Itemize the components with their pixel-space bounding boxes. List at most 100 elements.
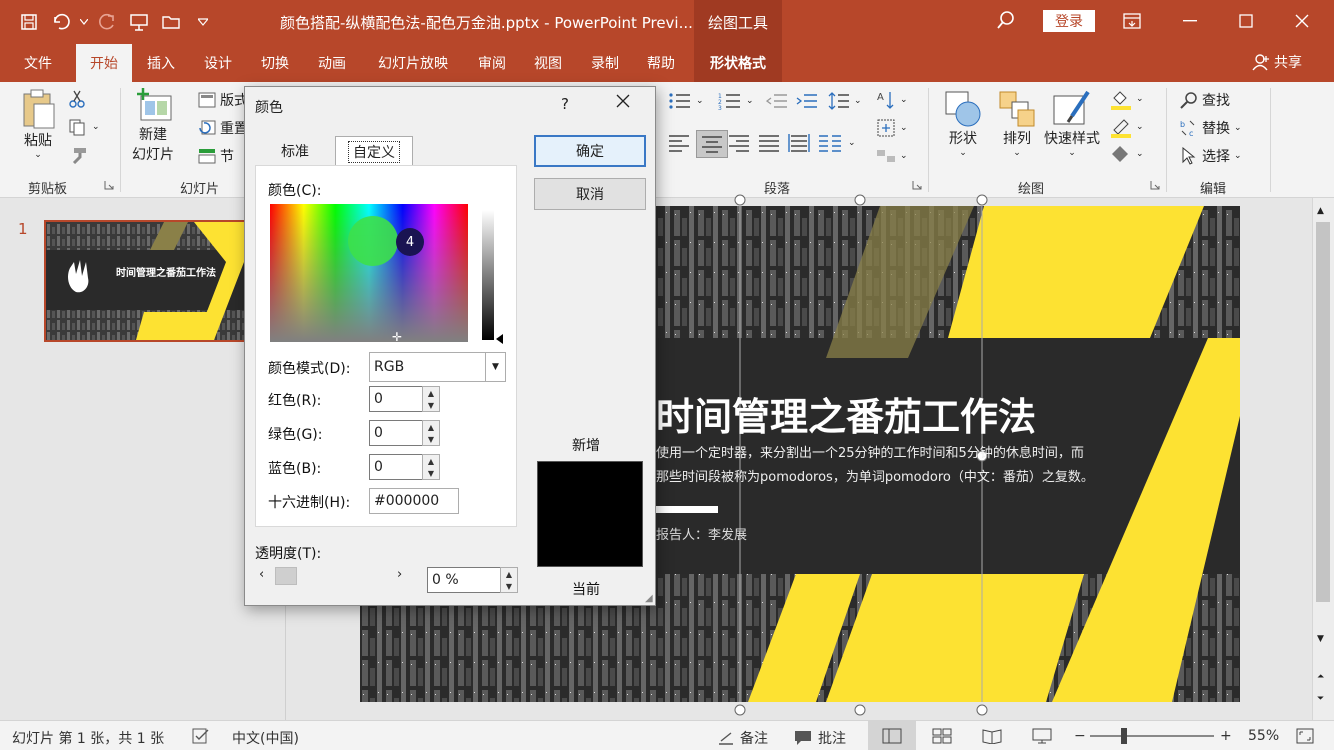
luminance-slider[interactable] xyxy=(482,210,494,340)
quick-styles-button[interactable]: 快速样式 ⌄ xyxy=(1044,90,1100,158)
red-input[interactable]: 0 xyxy=(369,386,423,412)
numbering-icon[interactable]: 1 2 3 ⌄ xyxy=(718,92,754,110)
tab-help[interactable]: 帮助 xyxy=(636,44,686,82)
open-folder-icon[interactable] xyxy=(156,8,186,36)
blue-spinner[interactable]: ▲ ▼ xyxy=(422,454,440,480)
save-icon[interactable] xyxy=(14,8,44,36)
cut-icon[interactable] xyxy=(68,90,86,108)
reset-button[interactable]: 重置 xyxy=(198,118,248,138)
scroll-up-icon[interactable]: ▲ xyxy=(1317,206,1324,216)
slideshow-view-icon[interactable] xyxy=(1032,728,1052,744)
tab-transitions[interactable]: 切换 xyxy=(250,44,300,82)
align-right-icon[interactable] xyxy=(728,134,750,152)
language-indicator[interactable]: 中文(中国) xyxy=(232,728,299,748)
undo-icon[interactable] xyxy=(46,8,76,36)
align-text-icon[interactable]: ⌄ xyxy=(876,118,908,138)
scroll-down-icon[interactable]: ▼ xyxy=(1317,634,1324,644)
find-button[interactable]: 查找 xyxy=(1180,90,1230,110)
text-direction-icon[interactable]: A ⌄ xyxy=(876,90,908,110)
shape-effects-icon[interactable]: ⌄ xyxy=(1110,144,1144,164)
cancel-button[interactable]: 取消 xyxy=(534,178,646,210)
hex-input[interactable]: #000000 xyxy=(369,488,459,514)
transparency-spinner[interactable]: ▲ ▼ xyxy=(500,567,518,593)
tab-review[interactable]: 审阅 xyxy=(467,44,517,82)
layout-button[interactable]: 版式 xyxy=(198,90,248,110)
copy-icon[interactable]: ⌄ xyxy=(68,118,100,136)
present-icon[interactable] xyxy=(124,8,154,36)
vertical-scrollbar[interactable]: ▲ ▼ ⏶ ⏷ xyxy=(1312,198,1334,720)
search-icon[interactable] xyxy=(996,10,1016,34)
select-button[interactable]: 选择 ⌄ xyxy=(1180,146,1242,166)
color-mode-select[interactable]: RGB ▼ xyxy=(369,352,506,382)
shape-outline-icon[interactable]: ⌄ xyxy=(1110,116,1144,138)
zoom-slider[interactable] xyxy=(1090,735,1214,737)
align-center-icon[interactable] xyxy=(696,130,728,158)
selection-handles-top[interactable] xyxy=(728,188,1028,212)
red-spinner[interactable]: ▲ ▼ xyxy=(422,386,440,412)
slide-thumbnail[interactable]: 时间管理之番茄工作法 xyxy=(44,220,246,342)
paste-button[interactable]: 粘贴 ⌄ xyxy=(20,88,56,160)
slide-body-line-2[interactable]: 那些时间段被称为pomodoros，为单词pomodoro（中文：番茄）之复数。 xyxy=(656,466,1094,485)
drawing-launcher-icon[interactable] xyxy=(1150,180,1160,190)
crosshair-icon[interactable]: ✛ xyxy=(392,330,402,344)
accessibility-icon[interactable] xyxy=(192,728,210,744)
notes-button[interactable]: 备注 xyxy=(718,728,768,748)
transparency-input[interactable]: 0 % xyxy=(427,567,501,593)
arrange-button[interactable]: 排列 ⌄ xyxy=(998,90,1036,158)
tab-slideshow[interactable]: 幻灯片放映 xyxy=(368,44,458,82)
slide-body-line-1[interactable]: 使用一个定时器，来分割出一个25分钟的工作时间和5分钟的休息时间，而 xyxy=(656,442,1084,461)
fit-to-window-icon[interactable] xyxy=(1296,728,1314,744)
tab-record[interactable]: 录制 xyxy=(580,44,630,82)
slider-left-icon[interactable]: ‹ xyxy=(259,567,264,582)
blue-input[interactable]: 0 xyxy=(369,454,423,480)
new-slide-button[interactable]: 新建 幻灯片 xyxy=(132,88,174,164)
green-input[interactable]: 0 xyxy=(369,420,423,446)
comments-button[interactable]: 批注 xyxy=(794,728,846,748)
slide-reporter[interactable]: 报告人：李发展 xyxy=(656,524,747,543)
slide-sorter-icon[interactable] xyxy=(932,728,952,744)
green-spinner[interactable]: ▲ ▼ xyxy=(422,420,440,446)
tab-design[interactable]: 设计 xyxy=(193,44,243,82)
tab-insert[interactable]: 插入 xyxy=(136,44,186,82)
tab-shape-format[interactable]: 形状格式 xyxy=(694,44,782,82)
maximize-icon[interactable] xyxy=(1226,6,1266,36)
transparency-thumb[interactable] xyxy=(275,567,297,585)
decrease-indent-icon[interactable] xyxy=(766,92,788,110)
share-button[interactable]: 共享 xyxy=(1252,52,1302,72)
chevron-down-icon[interactable]: ▼ xyxy=(485,353,505,381)
redo-icon[interactable] xyxy=(92,8,122,36)
clipboard-launcher-icon[interactable] xyxy=(104,180,114,190)
transparency-slider[interactable]: ‹ › xyxy=(255,565,413,587)
columns-icon[interactable]: ⌄ xyxy=(818,134,856,152)
next-slide-icon[interactable]: ⏷ xyxy=(1317,694,1324,704)
undo-dropdown-icon[interactable] xyxy=(78,8,90,36)
replace-button[interactable]: bc 替换 ⌄ xyxy=(1180,118,1242,138)
customize-qat-icon[interactable] xyxy=(188,8,218,36)
close-icon[interactable] xyxy=(1282,6,1322,36)
zoom-in-icon[interactable]: + xyxy=(1220,728,1232,744)
previous-slide-icon[interactable]: ⏶ xyxy=(1317,672,1324,682)
tab-animations[interactable]: 动画 xyxy=(307,44,357,82)
bullets-icon[interactable]: ⌄ xyxy=(668,92,704,110)
distributed-icon[interactable] xyxy=(788,134,810,152)
normal-view-icon[interactable] xyxy=(868,721,916,750)
align-left-icon[interactable] xyxy=(668,134,690,152)
line-spacing-icon[interactable]: ⌄ xyxy=(828,92,862,110)
minimize-icon[interactable] xyxy=(1170,6,1210,36)
selection-handles-bottom[interactable] xyxy=(728,698,1028,722)
smartart-icon[interactable]: ⌄ xyxy=(876,146,908,166)
format-painter-icon[interactable] xyxy=(68,146,88,164)
dialog-close-icon[interactable] xyxy=(615,93,631,113)
tab-custom[interactable]: 自定义 xyxy=(335,136,413,166)
zoom-slider-thumb[interactable] xyxy=(1121,728,1127,744)
tab-standard[interactable]: 标准 xyxy=(259,137,331,165)
help-button[interactable]: ? xyxy=(561,95,569,113)
tab-home[interactable]: 开始 xyxy=(76,44,132,82)
increase-indent-icon[interactable] xyxy=(796,92,818,110)
login-button[interactable]: 登录 xyxy=(1043,10,1095,32)
slider-right-icon[interactable]: › xyxy=(397,567,402,582)
resize-grip-icon[interactable]: ◢ xyxy=(645,593,653,604)
ribbon-display-icon[interactable] xyxy=(1112,6,1152,36)
slide-title[interactable]: 时间管理之番茄工作法 xyxy=(656,386,1036,441)
justify-icon[interactable] xyxy=(758,134,780,152)
